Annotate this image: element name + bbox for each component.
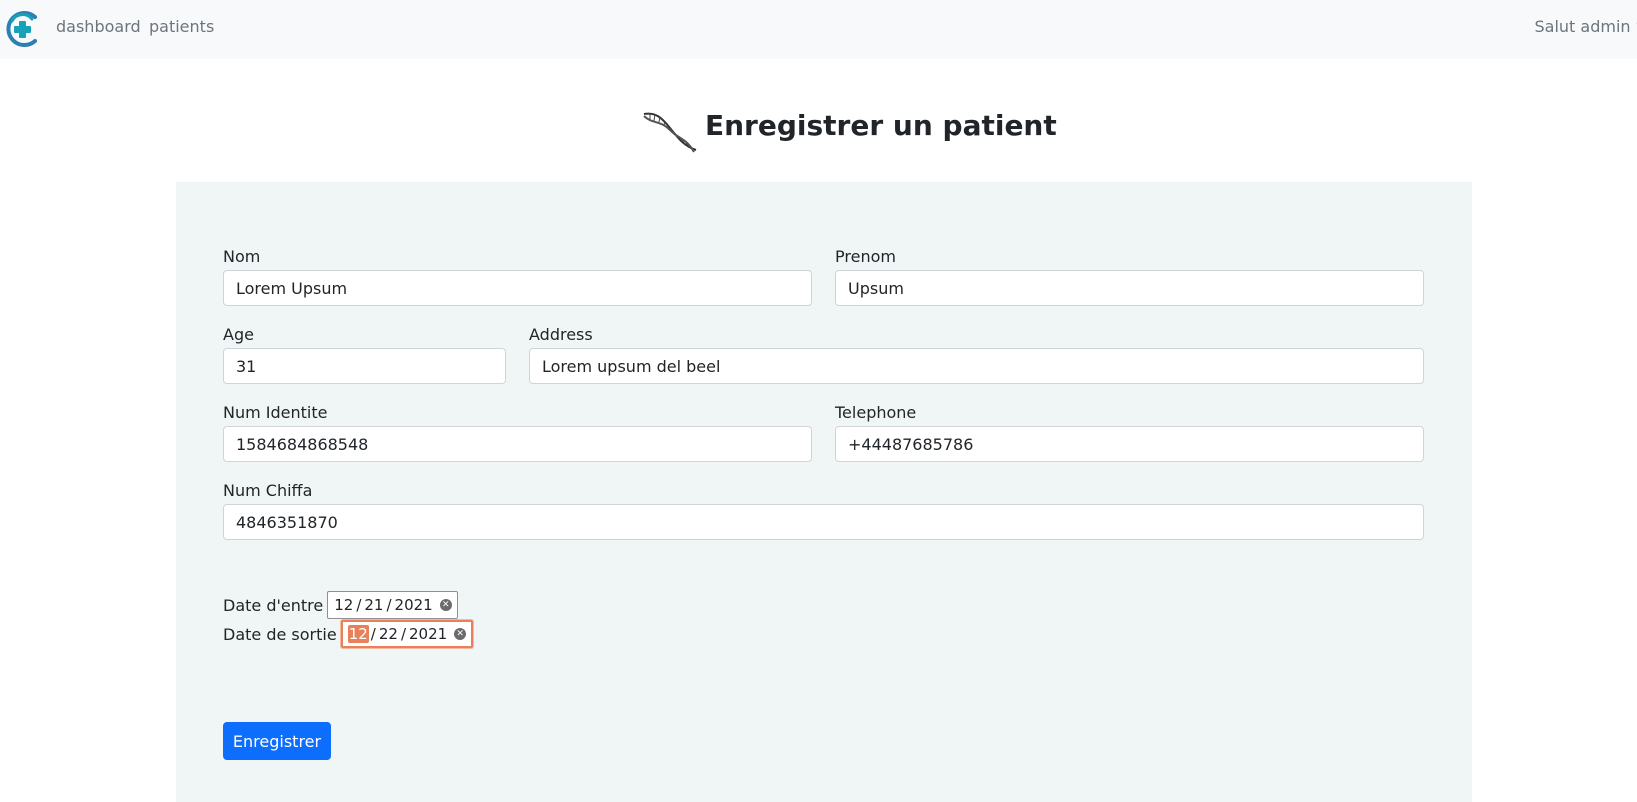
navbar: dashboard patients Salut admin▼ — [0, 0, 1637, 59]
date-sortie-input[interactable]: 12/22/2021 ✕ — [340, 620, 474, 648]
medical-cross-logo-icon[interactable] — [4, 9, 42, 49]
nav-link-patients[interactable]: patients — [149, 17, 214, 36]
prenom-label: Prenom — [835, 247, 896, 266]
address-input[interactable] — [529, 348, 1424, 384]
num-chiffa-label: Num Chiffa — [223, 481, 313, 500]
clear-date-icon[interactable]: ✕ — [439, 599, 452, 611]
date-sortie-label: Date de sortie — [223, 624, 337, 644]
date-separator: / — [400, 625, 406, 643]
telephone-label: Telephone — [835, 403, 917, 422]
date-separator: / — [370, 625, 376, 643]
num-identite-input[interactable] — [223, 426, 812, 462]
user-menu-label: Salut admin — [1534, 17, 1631, 36]
clear-date-icon[interactable]: ✕ — [454, 628, 467, 640]
enregistrer-button[interactable]: Enregistrer — [223, 722, 331, 760]
dna-helix-icon — [643, 112, 697, 153]
nom-label: Nom — [223, 247, 261, 266]
address-label: Address — [529, 325, 593, 344]
date-entre-year[interactable]: 2021 — [394, 596, 434, 614]
date-entre-month[interactable]: 12 — [333, 596, 354, 614]
page-header: Enregistrer un patient — [0, 106, 1637, 156]
user-menu-dropdown[interactable]: Salut admin▼ — [1534, 17, 1637, 36]
prenom-input[interactable] — [835, 270, 1424, 306]
date-entre-input[interactable]: 12/21/2021 ✕ — [327, 591, 458, 619]
page-title: Enregistrer un patient — [705, 109, 1057, 142]
num-identite-label: Num Identite — [223, 403, 328, 422]
date-sortie-row: Date de sortie 12/22/2021 ✕ — [223, 620, 474, 648]
age-label: Age — [223, 325, 254, 344]
age-input[interactable] — [223, 348, 506, 384]
nav-link-dashboard[interactable]: dashboard — [56, 17, 141, 36]
nom-input[interactable] — [223, 270, 812, 306]
date-separator: / — [356, 596, 362, 614]
date-entre-label: Date d'entre — [223, 595, 324, 615]
patient-form-card: Nom Prenom Age Address Num Identite Tele… — [176, 182, 1472, 802]
date-separator: / — [386, 596, 392, 614]
telephone-input[interactable] — [835, 426, 1424, 462]
date-entre-day[interactable]: 21 — [363, 596, 384, 614]
num-chiffa-input[interactable] — [223, 504, 1424, 540]
date-sortie-year[interactable]: 2021 — [408, 625, 448, 643]
date-sortie-day[interactable]: 22 — [378, 625, 399, 643]
date-entre-row: Date d'entre 12/21/2021 ✕ — [223, 591, 458, 619]
date-sortie-month[interactable]: 12 — [347, 625, 369, 643]
